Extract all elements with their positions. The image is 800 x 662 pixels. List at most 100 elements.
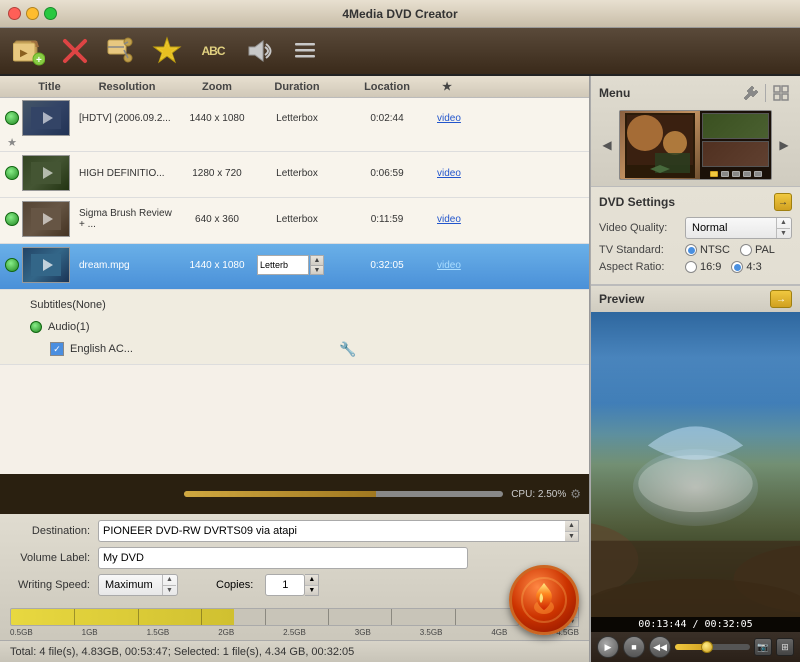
wrench-icon[interactable]: 🔧 <box>339 341 356 358</box>
subtree-panel: Subtitles(None) Audio(1) ✓ English AC...… <box>0 290 589 365</box>
main-layout: Title Resolution Zoom Duration Location … <box>0 76 800 662</box>
copies-label: Copies: <box>216 579 253 591</box>
storage-tick-3.5: 3.5GB <box>420 628 443 637</box>
trim-button[interactable] <box>102 32 140 70</box>
menu-next-button[interactable]: ▶ <box>776 137 792 153</box>
row-location[interactable]: video <box>437 168 457 179</box>
menu-thumb-side <box>700 111 771 179</box>
table-row[interactable]: HIGH DEFINITIO... 1280 x 720 Letterbox 0… <box>0 152 589 198</box>
seek-thumb[interactable] <box>701 641 713 653</box>
minimize-button[interactable] <box>26 7 39 20</box>
table-row[interactable]: [HDTV] (2006.09.2... 1440 x 1080 Letterb… <box>0 98 589 152</box>
copies-up-button[interactable]: ▲ <box>305 575 318 586</box>
effects-button[interactable] <box>148 32 186 70</box>
preview-title: Preview <box>599 292 644 306</box>
row-location[interactable]: video <box>437 113 457 124</box>
audio-checkbox[interactable]: ✓ <box>50 342 64 356</box>
menu-dot-5[interactable] <box>754 171 762 177</box>
dvd-settings-title: DVD Settings <box>599 195 675 209</box>
burn-button[interactable] <box>509 565 579 635</box>
aspect-ratio-label: Aspect Ratio: <box>599 261 679 273</box>
col-header-zoom[interactable]: Zoom <box>177 81 257 93</box>
row-thumbnail <box>22 247 77 283</box>
col-header-resolution[interactable]: Resolution <box>77 81 177 93</box>
speed-down-arrow[interactable]: ▼ <box>163 586 176 596</box>
table-row-selected[interactable]: dream.mpg 1440 x 1080 ▲ ▼ 0:32:05 video <box>0 244 589 290</box>
location-link[interactable]: video <box>437 260 461 271</box>
remove-button[interactable] <box>56 32 94 70</box>
chapter-title-button[interactable]: ABC <box>194 32 232 70</box>
dest-down-button[interactable]: ▼ <box>565 532 578 542</box>
dvd-settings-section: DVD Settings → Video Quality: Normal Hig… <box>591 187 800 285</box>
audio-track-item[interactable]: ✓ English AC... 🔧 <box>30 338 589 360</box>
quality-down-arrow[interactable]: ▼ <box>777 229 790 239</box>
col-header-title[interactable]: Title <box>22 81 77 93</box>
menu-dot-2[interactable] <box>721 171 729 177</box>
dvd-settings-header: DVD Settings → <box>599 193 792 211</box>
aspect-16-9-radio[interactable]: 16:9 <box>685 261 721 273</box>
volume-row: Volume Label: <box>10 547 579 569</box>
copies-down-button[interactable]: ▼ <box>305 586 318 596</box>
writing-speed-label: Writing Speed: <box>10 579 90 591</box>
volume-input[interactable] <box>98 547 468 569</box>
menu-dot-3[interactable] <box>732 171 740 177</box>
toolbar: ▶ + ABC <box>0 28 800 76</box>
audio-item[interactable]: Audio(1) <box>30 316 589 338</box>
speed-up-arrow[interactable]: ▲ <box>163 575 176 586</box>
subtitles-label: Subtitles(None) <box>30 299 106 311</box>
prev-frame-button[interactable]: ◀◀ <box>649 636 671 658</box>
green-dot <box>5 212 19 226</box>
storage-tick-2: 2GB <box>218 628 234 637</box>
destination-spinner[interactable]: ▲ ▼ <box>565 520 579 542</box>
menu-dot-4[interactable] <box>743 171 751 177</box>
add-video-button[interactable]: ▶ + <box>10 32 48 70</box>
zoom-spinner[interactable]: ▲ ▼ <box>310 255 324 275</box>
cpu-icon: ⚙ <box>570 487 581 501</box>
audio-button[interactable] <box>240 32 278 70</box>
stop-button[interactable]: ■ <box>623 636 645 658</box>
storage-tick-2.5: 2.5GB <box>283 628 306 637</box>
play-button[interactable]: ▶ <box>597 636 619 658</box>
col-header-duration[interactable]: Duration <box>257 81 337 93</box>
menu-grid-button[interactable] <box>770 82 792 104</box>
quality-arrows: ▲ ▼ <box>776 218 790 238</box>
aspect-4-3-outer <box>731 261 743 273</box>
aspect-4-3-radio[interactable]: 4:3 <box>731 261 761 273</box>
copies-input[interactable] <box>265 574 305 596</box>
row-location[interactable]: video <box>437 214 457 225</box>
table-row[interactable]: Sigma Brush Review + ... 640 x 360 Lette… <box>0 198 589 244</box>
close-button[interactable] <box>8 7 21 20</box>
row-location[interactable]: video <box>437 260 457 271</box>
right-panel: Menu <box>590 76 800 662</box>
location-link[interactable]: video <box>437 113 461 124</box>
seek-bar[interactable] <box>675 644 750 650</box>
dest-up-button[interactable]: ▲ <box>565 521 578 532</box>
settings-list-button[interactable] <box>286 32 324 70</box>
video-quality-label: Video Quality: <box>599 222 679 234</box>
zoom-input[interactable] <box>257 255 309 275</box>
dvd-settings-expand-button[interactable]: → <box>774 193 792 211</box>
destination-input[interactable] <box>98 520 565 542</box>
green-dot <box>5 111 19 125</box>
preview-video <box>591 312 800 617</box>
quality-up-arrow[interactable]: ▲ <box>777 218 790 229</box>
maximize-button[interactable] <box>44 7 57 20</box>
menu-thumb-small-2 <box>702 141 769 167</box>
window-controls[interactable] <box>8 7 57 20</box>
preview-expand-button[interactable]: → <box>770 290 792 308</box>
location-link[interactable]: video <box>437 214 461 225</box>
menu-tools-button[interactable] <box>739 82 761 104</box>
audio-label: Audio(1) <box>48 321 90 333</box>
col-header-location[interactable]: Location <box>337 81 437 93</box>
pal-radio[interactable]: PAL <box>740 244 775 256</box>
zoom-up-button[interactable]: ▲ <box>311 256 323 266</box>
ntsc-radio[interactable]: NTSC <box>685 244 730 256</box>
menu-dot-1[interactable] <box>710 171 718 177</box>
location-link[interactable]: video <box>437 168 461 179</box>
menu-prev-button[interactable]: ◀ <box>599 137 615 153</box>
zoom-down-button[interactable]: ▼ <box>311 266 323 275</box>
fullscreen-button[interactable]: ⊞ <box>776 638 794 656</box>
status-bar: Total: 4 file(s), 4.83GB, 00:53:47; Sele… <box>0 640 589 662</box>
screenshot-button[interactable]: 📷 <box>754 638 772 656</box>
preview-section: Preview → 00:13:44 / 00:32:05 <box>591 285 800 662</box>
